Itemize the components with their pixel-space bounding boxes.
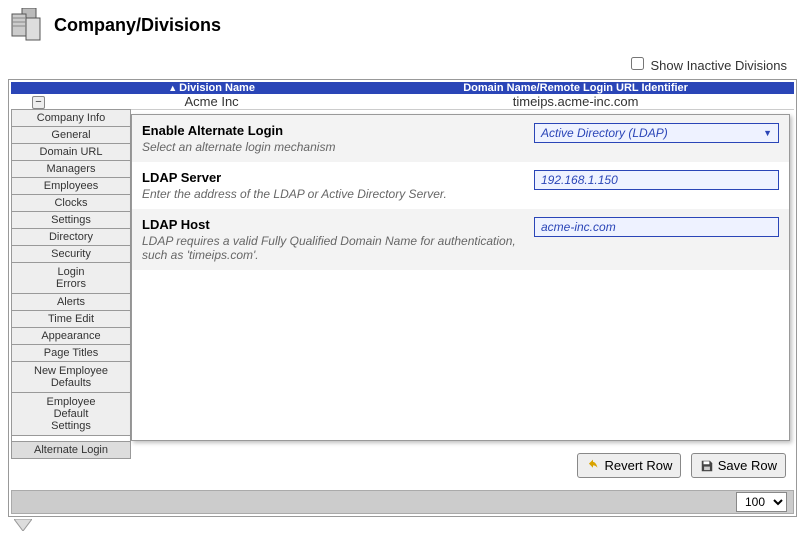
nav-employees[interactable]: Employees — [11, 177, 131, 195]
nav-security[interactable]: Security — [11, 245, 131, 263]
nav-alerts[interactable]: Alerts — [11, 293, 131, 311]
save-row-button[interactable]: Save Row — [691, 453, 786, 478]
form-panel: Enable Alternate Login Select an alterna… — [131, 114, 790, 441]
nav-managers[interactable]: Managers — [11, 160, 131, 178]
revert-row-button[interactable]: Revert Row — [577, 453, 681, 478]
nav-directory[interactable]: Directory — [11, 228, 131, 246]
nav-new-emp-defaults[interactable]: New Employee Defaults — [11, 361, 131, 393]
divisions-panel: ▲Division Name Domain Name/Remote Login … — [8, 79, 797, 517]
label-alt-login: Enable Alternate Login — [142, 123, 534, 138]
nav-appearance[interactable]: Appearance — [11, 327, 131, 345]
desc-alt-login: Select an alternate login mechanism — [142, 140, 534, 154]
col-header-name[interactable]: ▲Division Name — [66, 82, 357, 94]
nav-company-info[interactable]: Company Info — [11, 109, 131, 127]
table-header-row: ▲Division Name Domain Name/Remote Login … — [11, 82, 794, 94]
page-size-select[interactable]: 100 — [736, 492, 787, 512]
nav-emp-default-settings[interactable]: Employee Default Settings — [11, 392, 131, 436]
show-inactive-checkbox[interactable] — [631, 57, 644, 70]
label-ldap-host: LDAP Host — [142, 217, 534, 232]
collapse-toggle[interactable]: − — [32, 96, 45, 109]
footer-bar: 100 — [11, 490, 794, 514]
desc-ldap-server: Enter the address of the LDAP or Active … — [142, 187, 534, 201]
sort-asc-icon: ▲ — [168, 83, 177, 93]
nav-page-titles[interactable]: Page Titles — [11, 344, 131, 362]
nav-time-edit[interactable]: Time Edit — [11, 310, 131, 328]
division-name: Acme Inc — [66, 94, 357, 109]
col-header-url[interactable]: Domain Name/Remote Login URL Identifier — [357, 82, 794, 94]
ldap-host-input[interactable] — [534, 217, 779, 237]
desc-ldap-host: LDAP requires a valid Fully Qualified Do… — [142, 234, 534, 262]
nav-login-errors[interactable]: Login Errors — [11, 262, 131, 294]
nav-general[interactable]: General — [11, 126, 131, 144]
ldap-server-input[interactable] — [534, 170, 779, 190]
division-url: timeips.acme-inc.com — [357, 94, 794, 109]
nav-alternate-login[interactable]: Alternate Login — [11, 441, 131, 459]
alt-login-select[interactable]: Active Directory (LDAP) ▼ — [534, 123, 779, 143]
undo-icon — [586, 459, 600, 473]
nav-domain-url[interactable]: Domain URL — [11, 143, 131, 161]
chevron-down-icon: ▼ — [763, 128, 772, 138]
nav-settings[interactable]: Settings — [11, 211, 131, 229]
expand-arrow-icon[interactable] — [14, 519, 797, 534]
division-row: − Acme Inc timeips.acme-inc.com — [11, 94, 794, 110]
page-title: Company/Divisions — [54, 15, 221, 36]
save-icon — [700, 459, 714, 473]
nav-clocks[interactable]: Clocks — [11, 194, 131, 212]
show-inactive-label[interactable]: Show Inactive Divisions — [627, 58, 787, 73]
label-ldap-server: LDAP Server — [142, 170, 534, 185]
company-icon — [8, 8, 46, 42]
side-nav: Company Info General Domain URL Managers… — [11, 110, 131, 486]
